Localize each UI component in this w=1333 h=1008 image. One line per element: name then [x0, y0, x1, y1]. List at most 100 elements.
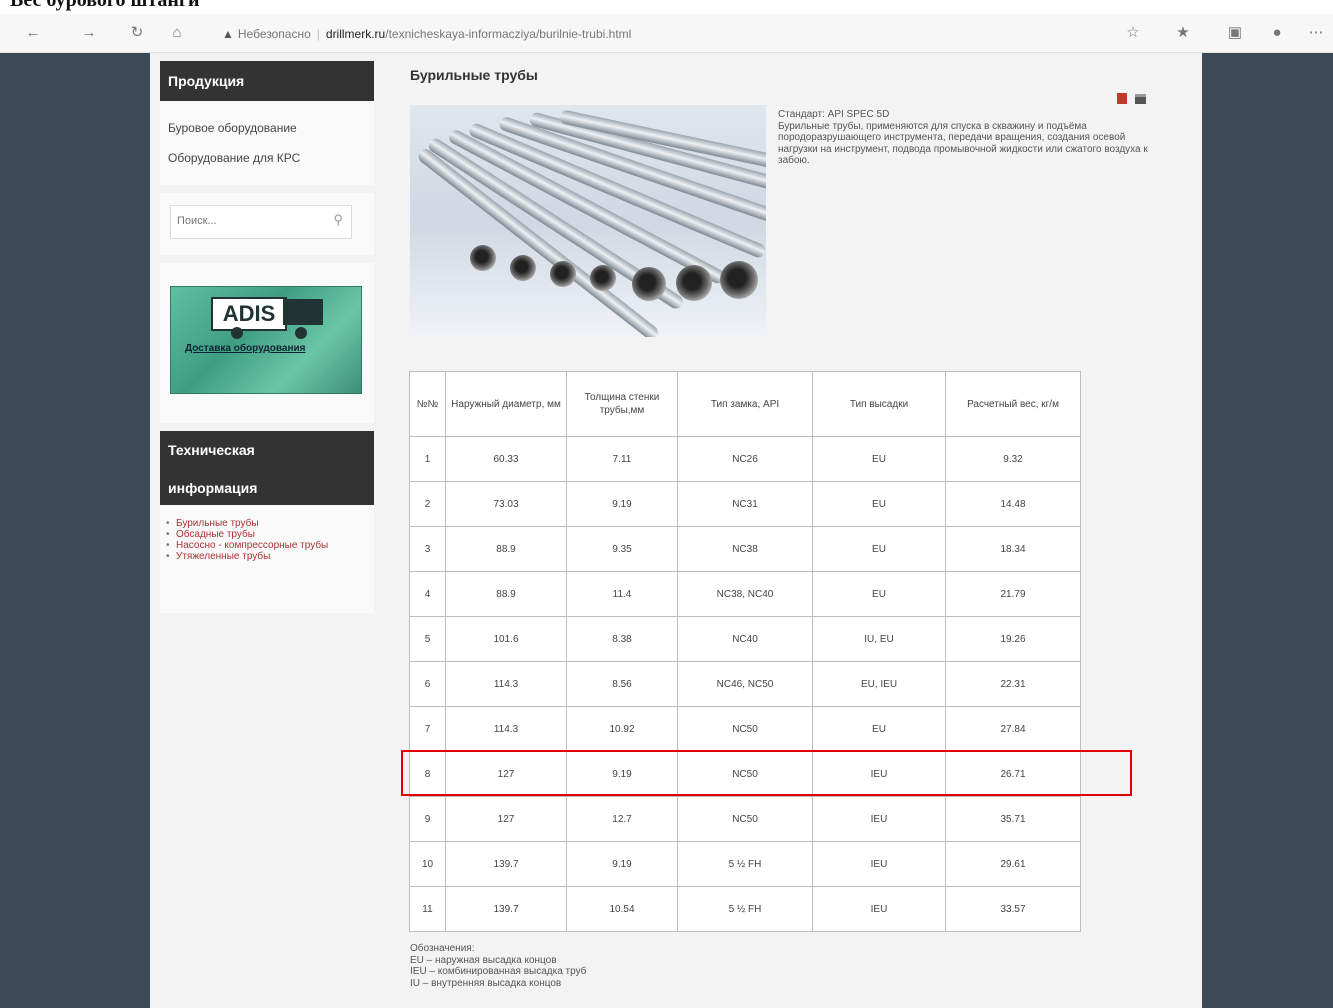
tech-info-title-line2: информация	[168, 480, 258, 496]
url-domain: drillmerk.ru	[325, 27, 386, 41]
table-cell: 11.4	[566, 571, 678, 617]
home-icon[interactable]: ⌂	[164, 20, 190, 46]
tech-link-casing[interactable]: Обсадные трубы	[166, 529, 366, 540]
highlight-box	[401, 750, 1132, 796]
products-menu: Буровое оборудование Оборудование для КР…	[160, 101, 374, 185]
table-cell: 3	[409, 526, 446, 572]
collections-icon[interactable]: ▣	[1222, 20, 1248, 46]
url-path: /texnicheskaya-informacziya/burilnie-tru…	[385, 27, 632, 41]
standard-text: Стандарт: API SPEC 5D	[778, 109, 890, 120]
more-menu-icon[interactable]: ⋯	[1303, 20, 1329, 46]
tech-info-list: Бурильные трубы Обсадные трубы Насосно -…	[166, 518, 366, 562]
table-cell: 114.3	[445, 661, 567, 707]
table-cell: EU	[812, 571, 946, 617]
search-icon[interactable]: ⚲	[333, 212, 343, 228]
table-cell: 14.48	[945, 481, 1081, 527]
search-panel: ⚲	[160, 193, 374, 255]
column-header: №№	[409, 371, 446, 437]
table-cell: 5 ½ FH	[677, 841, 813, 887]
page-title: Бурильные трубы	[410, 67, 538, 83]
banner-logo: ADIS	[211, 297, 287, 331]
table-cell: EU	[812, 526, 946, 572]
column-header: Наружный диаметр, мм	[445, 371, 567, 437]
menu-item-krs-equipment[interactable]: Оборудование для КРС	[168, 151, 300, 165]
table-cell: 114.3	[445, 706, 567, 752]
table-cell: 19.26	[945, 616, 1081, 662]
warning-icon: ▲	[222, 27, 234, 41]
table-cell: 9.35	[566, 526, 678, 572]
description-text: Бурильные трубы, применяются для спуска …	[778, 120, 1148, 167]
tech-link-drill-pipes[interactable]: Бурильные трубы	[166, 518, 366, 529]
favorite-star-icon[interactable]: ☆	[1120, 20, 1146, 46]
address-separator: |	[316, 27, 320, 41]
legend-title: Обозначения:	[410, 943, 475, 954]
table-cell: 8.56	[566, 661, 678, 707]
table-cell: 29.61	[945, 841, 1081, 887]
column-header: Тип замка, API	[677, 371, 813, 437]
table-cell: IEU	[812, 886, 946, 932]
table-cell: 2	[409, 481, 446, 527]
tech-link-tubing[interactable]: Насосно - компрессорные трубы	[166, 540, 366, 551]
table-cell: IEU	[812, 796, 946, 842]
table-row: 5 101.6 8.38 NC40 IU, EU 19.26	[409, 616, 1081, 662]
legend-item: IEU – комбинированная высадка труб	[410, 966, 587, 977]
table-cell: IEU	[812, 841, 946, 887]
table-cell: NC50	[677, 706, 813, 752]
table-cell: NC40	[677, 616, 813, 662]
table-cell: NC38	[677, 526, 813, 572]
favorites-list-icon[interactable]: ★	[1170, 20, 1196, 46]
table-cell: 7.11	[566, 436, 678, 482]
menu-item-drilling-equipment[interactable]: Буровое оборудование	[168, 121, 297, 135]
table-cell: 33.57	[945, 886, 1081, 932]
print-icon[interactable]	[1135, 94, 1146, 104]
search-input[interactable]	[175, 206, 319, 236]
table-cell: NC31	[677, 481, 813, 527]
refresh-icon[interactable]: ↻	[124, 20, 150, 46]
table-cell: 139.7	[445, 886, 567, 932]
table-cell: 88.9	[445, 571, 567, 617]
table-cell: 139.7	[445, 841, 567, 887]
tech-info-title-line1: Техническая	[168, 442, 255, 458]
legend-item: EU – наружная высадка концов	[410, 954, 557, 966]
table-cell: 21.79	[945, 571, 1081, 617]
table-cell: EU, IEU	[812, 661, 946, 707]
table-cell: 9.32	[945, 436, 1081, 482]
pdf-icon[interactable]	[1117, 93, 1127, 104]
table-cell: 5 ½ FH	[677, 886, 813, 932]
table-row: 9 127 12.7 NC50 IEU 35.71	[409, 796, 1081, 842]
table-cell: EU	[812, 481, 946, 527]
tech-info-header: Техническая информация	[160, 431, 374, 505]
table-cell: 73.03	[445, 481, 567, 527]
table-cell: 10	[409, 841, 446, 887]
table-cell: 4	[409, 571, 446, 617]
legend-item: IU – внутренняя высадка концов	[410, 977, 562, 989]
table-cell: NC38, NC40	[677, 571, 813, 617]
table-cell: 9	[409, 796, 446, 842]
table-row: 11 139.7 10.54 5 ½ FH IEU 33.57	[409, 886, 1081, 932]
table-cell: 88.9	[445, 526, 567, 572]
table-cell: 11	[409, 886, 446, 932]
table-row: 2 73.03 9.19 NC31 EU 14.48	[409, 481, 1081, 527]
security-label: Небезопасно	[237, 27, 311, 41]
drill-pipe-table: №№ Наружный диаметр, мм Толщина стенки т…	[409, 371, 1081, 932]
table-header-row: №№ Наружный диаметр, мм Толщина стенки т…	[409, 371, 1081, 437]
forward-icon[interactable]: →	[76, 20, 102, 46]
table-cell: NC26	[677, 436, 813, 482]
browser-toolbar: ← → ↻ ⌂ ▲ Небезопасно | drillmerk.ru/texnic…	[0, 14, 1333, 53]
tech-link-drill-collars[interactable]: Утяжеленные трубы	[166, 551, 366, 562]
delivery-banner[interactable]: ADIS Доставка оборудования	[170, 286, 362, 394]
truck-wheel-icon	[231, 327, 243, 339]
table-cell: 6	[409, 661, 446, 707]
truck-icon	[283, 299, 323, 325]
table-cell: 9.19	[566, 841, 678, 887]
table-cell: NC50	[677, 796, 813, 842]
table-cell: 27.84	[945, 706, 1081, 752]
address-bar[interactable]: ▲ Небезопасно | drillmerk.ru/texnicheskaya-…	[222, 24, 631, 44]
table-cell: 9.19	[566, 481, 678, 527]
back-icon[interactable]: ←	[20, 20, 46, 46]
table-cell: EU	[812, 706, 946, 752]
profile-icon[interactable]: ●	[1264, 20, 1290, 46]
table-cell: 22.31	[945, 661, 1081, 707]
table-cell: 10.92	[566, 706, 678, 752]
column-header: Толщина стенки трубы,мм	[566, 371, 678, 437]
